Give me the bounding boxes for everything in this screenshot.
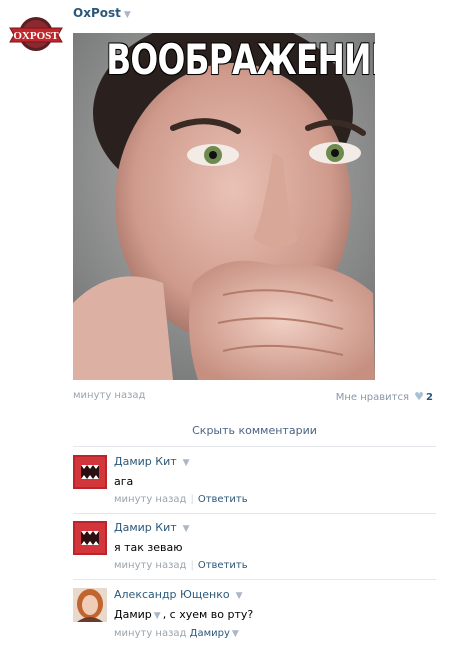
- oxpost-logo: OXPOST: [9, 17, 63, 51]
- image-caption: ВООБРАЖЕНИЕ: [106, 35, 375, 84]
- like-label: Мне нравится: [335, 392, 409, 403]
- commenter-name[interactable]: Дамир Кит: [114, 521, 177, 534]
- reply-link[interactable]: Ответить: [198, 560, 248, 571]
- post-image[interactable]: ВООБРАЖЕНИЕ: [73, 33, 375, 380]
- monster-avatar-icon: [73, 455, 107, 489]
- divider: [73, 446, 436, 447]
- comment-time[interactable]: минуту назад: [114, 628, 186, 639]
- comment-text: Дамир ▼, с хуем во рту?: [114, 608, 436, 623]
- commenter-name[interactable]: Александр Ющенко: [114, 588, 230, 601]
- chevron-down-icon[interactable]: ▼: [183, 524, 190, 534]
- commenter-avatar[interactable]: [73, 588, 107, 622]
- separator: |: [190, 494, 194, 505]
- reply-to-link[interactable]: Дамиру: [190, 628, 230, 639]
- chevron-down-icon[interactable]: ▼: [124, 10, 131, 20]
- post-time[interactable]: минуту назад: [73, 390, 145, 401]
- divider: [73, 579, 436, 580]
- commenter-avatar[interactable]: [73, 521, 107, 555]
- brand-avatar[interactable]: OXPOST: [8, 14, 64, 54]
- comment-time[interactable]: минуту назад: [114, 560, 186, 571]
- like-button[interactable]: Мне нравится ♥ 2: [336, 390, 433, 403]
- hide-comments-link[interactable]: Скрыть комментарии: [73, 424, 436, 437]
- chevron-down-icon[interactable]: ▼: [236, 591, 243, 601]
- commenter-avatar[interactable]: [73, 455, 107, 489]
- post-author-name[interactable]: OxPost: [73, 6, 121, 20]
- comment-text: я так зеваю: [114, 541, 183, 554]
- divider: [73, 513, 436, 514]
- like-count: 2: [426, 392, 433, 403]
- commenter-name[interactable]: Дамир Кит: [114, 455, 177, 468]
- post-author[interactable]: OxPost ▼: [73, 6, 131, 20]
- portrait-photo: [73, 33, 375, 380]
- chevron-down-icon[interactable]: ▼: [154, 611, 161, 621]
- user-photo-avatar: [73, 588, 107, 622]
- chevron-down-icon[interactable]: ▼: [232, 629, 239, 639]
- chevron-down-icon[interactable]: ▼: [183, 458, 190, 468]
- heart-icon: ♥: [414, 390, 425, 403]
- separator: |: [190, 560, 194, 571]
- monster-avatar-icon: [73, 521, 107, 555]
- reply-link[interactable]: Ответить: [198, 494, 248, 505]
- comment-text: ага: [114, 475, 134, 488]
- comment-time[interactable]: минуту назад: [114, 494, 186, 505]
- comment-text-rest: , с хуем во рту?: [162, 608, 254, 621]
- brand-logo-text: OXPOST: [13, 30, 59, 42]
- mentioned-name[interactable]: Дамир: [114, 608, 152, 621]
